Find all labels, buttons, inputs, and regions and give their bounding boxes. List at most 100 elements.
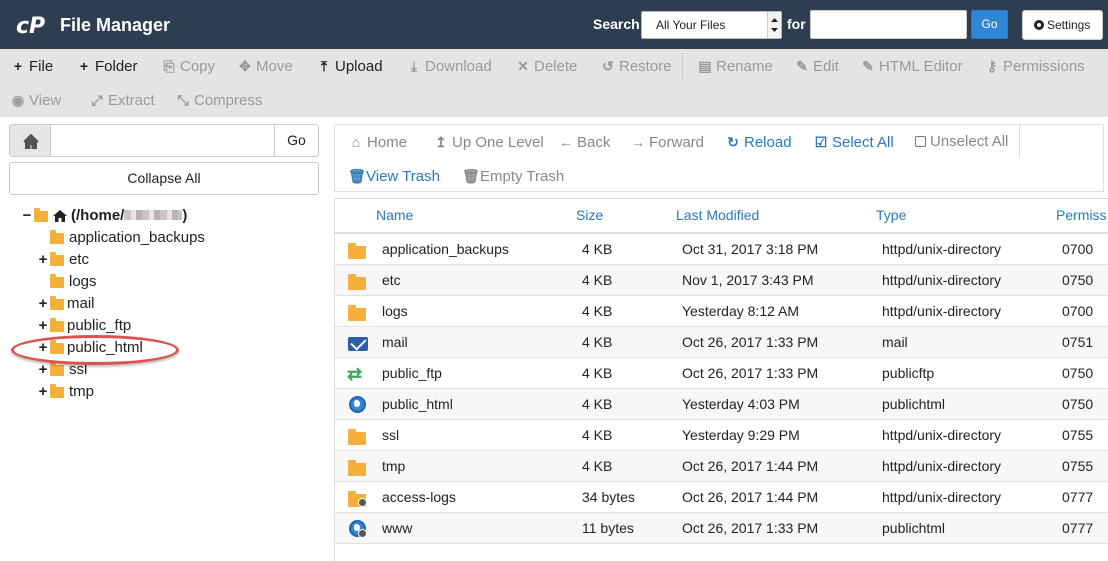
html-editor-button[interactable]: ✎ HTML Editor bbox=[861, 56, 963, 76]
new-file-button[interactable]: + File bbox=[11, 56, 53, 76]
file-modified: Oct 31, 2017 3:18 PM bbox=[682, 241, 819, 257]
settings-label: Settings bbox=[1047, 18, 1091, 32]
column-header-size[interactable]: Size bbox=[576, 207, 603, 223]
tree-root-label: (/home/ bbox=[71, 207, 125, 224]
file-permissions: 0755 bbox=[1062, 458, 1094, 474]
html-editor-icon: ✎ bbox=[862, 58, 874, 74]
file-modified: Oct 26, 2017 1:44 PM bbox=[682, 458, 819, 474]
for-label: for bbox=[787, 16, 806, 32]
empty-trash-button[interactable]: 🗑Empty Trash bbox=[462, 166, 564, 186]
tree-item-label: public_ftp bbox=[67, 317, 132, 334]
folder-link-icon bbox=[347, 489, 367, 507]
eye-icon: ◉ bbox=[11, 92, 25, 108]
action-toolbar: + File + Folder ⎘ Copy ✥ Move ⤒ Upload ⤓ Downl… bbox=[0, 49, 1108, 117]
column-header-type[interactable]: Type bbox=[876, 207, 906, 223]
reload-button[interactable]: ↻ Reload bbox=[726, 132, 791, 152]
file-modified: Yesterday 8:12 AM bbox=[682, 303, 800, 319]
expand-plus-icon[interactable]: + bbox=[38, 382, 48, 402]
path-go-button[interactable]: Go bbox=[274, 124, 319, 157]
tree-item-mail[interactable]: + mail bbox=[38, 294, 238, 314]
extract-button[interactable]: ⤢ Extract bbox=[90, 90, 155, 110]
move-icon: ✥ bbox=[239, 58, 251, 74]
home-button[interactable]: ⌂ Home bbox=[349, 132, 407, 152]
forward-button[interactable]: → Forward bbox=[631, 132, 704, 152]
search-scope-select[interactable]: All Your Files bbox=[641, 11, 782, 39]
file-list-table: Name Size Last Modified Type Permiss app… bbox=[334, 198, 1108, 561]
tree-item-tmp[interactable]: + tmp bbox=[38, 382, 238, 402]
select-arrows-icon bbox=[767, 12, 781, 38]
new-folder-button[interactable]: + Folder bbox=[77, 56, 138, 76]
tree-root[interactable]: − (/home/) bbox=[22, 206, 222, 226]
home-icon: ⌂ bbox=[351, 134, 361, 150]
up-one-level-button[interactable]: ↥ Up One Level bbox=[434, 132, 544, 152]
file-type: publichtml bbox=[882, 396, 946, 412]
file-modified: Yesterday 4:03 PM bbox=[682, 396, 800, 412]
view-trash-button[interactable]: 🗑View Trash bbox=[348, 166, 440, 186]
copy-button[interactable]: ⎘ Copy bbox=[162, 56, 215, 76]
highlight-annotation bbox=[11, 335, 179, 365]
tree-item-logs[interactable]: logs bbox=[38, 272, 238, 292]
table-row[interactable]: mail 4 KB Oct 26, 2017 1:33 PM mail 0751 bbox=[335, 327, 1108, 358]
delete-button[interactable]: ✕ Delete bbox=[516, 56, 577, 76]
search-go-button[interactable]: Go bbox=[971, 10, 1008, 39]
trash-icon: 🗑 bbox=[348, 168, 366, 184]
search-input[interactable] bbox=[810, 10, 967, 39]
collapse-all-button[interactable]: Collapse All bbox=[9, 162, 319, 195]
file-type: httpd/unix-directory bbox=[882, 427, 1002, 443]
column-header-name[interactable]: Name bbox=[376, 207, 413, 223]
tree-item-public-ftp[interactable]: + public_ftp bbox=[38, 316, 238, 336]
home-icon bbox=[53, 210, 67, 222]
table-row[interactable]: logs 4 KB Yesterday 8:12 AM httpd/unix-d… bbox=[335, 296, 1108, 327]
compress-button[interactable]: ⤡ Compress bbox=[176, 90, 262, 110]
table-row[interactable]: tmp 4 KB Oct 26, 2017 1:44 PM httpd/unix… bbox=[335, 451, 1108, 482]
path-home-button[interactable] bbox=[9, 124, 51, 157]
restore-button[interactable]: ↺ Restore bbox=[601, 56, 671, 76]
file-modified: Oct 26, 2017 1:33 PM bbox=[682, 334, 819, 350]
folder-icon bbox=[50, 362, 64, 376]
download-button[interactable]: ⤓ Download bbox=[407, 56, 492, 76]
rename-button[interactable]: ▤ Rename bbox=[698, 56, 773, 76]
table-row[interactable]: access-logs 34 bytes Oct 26, 2017 1:44 P… bbox=[335, 482, 1108, 513]
back-button[interactable]: ← Back bbox=[559, 132, 610, 152]
expand-plus-icon[interactable]: + bbox=[38, 294, 48, 314]
column-header-last-modified[interactable]: Last Modified bbox=[676, 207, 759, 223]
move-label: Move bbox=[256, 58, 293, 75]
permissions-button[interactable]: ⚷ Permissions bbox=[985, 56, 1085, 76]
up-one-level-label: Up One Level bbox=[452, 134, 544, 151]
folder-icon bbox=[50, 318, 64, 332]
collapse-minus-icon[interactable]: − bbox=[22, 206, 32, 226]
table-row[interactable]: ⇄ public_ftp 4 KB Oct 26, 2017 1:33 PM p… bbox=[335, 358, 1108, 389]
unselect-all-button[interactable]: Unselect All bbox=[915, 132, 1008, 152]
column-header-permissions[interactable]: Permiss bbox=[1056, 207, 1107, 223]
view-button[interactable]: ◉ View bbox=[11, 90, 61, 110]
expand-plus-icon[interactable]: + bbox=[38, 360, 48, 380]
file-size: 4 KB bbox=[582, 396, 613, 412]
expand-plus-icon[interactable]: + bbox=[38, 250, 48, 270]
table-row[interactable]: ssl 4 KB Yesterday 9:29 PM httpd/unix-di… bbox=[335, 420, 1108, 451]
rename-label: Rename bbox=[716, 58, 773, 75]
table-row[interactable]: www 11 bytes Oct 26, 2017 1:33 PM public… bbox=[335, 513, 1108, 544]
copy-icon: ⎘ bbox=[163, 58, 175, 74]
upload-button[interactable]: ⤒ Upload bbox=[317, 56, 383, 76]
copy-label: Copy bbox=[180, 58, 216, 75]
settings-button[interactable]: Settings bbox=[1022, 10, 1103, 40]
table-row[interactable]: application_backups 4 KB Oct 31, 2017 3:… bbox=[335, 234, 1108, 265]
new-file-label: File bbox=[29, 58, 54, 75]
select-all-button[interactable]: ☑ Select All bbox=[814, 132, 894, 152]
html-editor-label: HTML Editor bbox=[879, 58, 963, 75]
transfer-icon: ⇄ bbox=[347, 364, 363, 384]
nav-divider bbox=[1019, 125, 1020, 158]
edit-button[interactable]: ✎ Edit bbox=[795, 56, 839, 76]
expand-plus-icon[interactable]: + bbox=[38, 316, 48, 336]
file-name: public_ftp bbox=[382, 365, 442, 381]
path-input[interactable] bbox=[51, 124, 275, 157]
file-modified: Yesterday 9:29 PM bbox=[682, 427, 800, 443]
tree-item-etc[interactable]: + etc bbox=[38, 250, 238, 270]
table-row[interactable]: public_html 4 KB Yesterday 4:03 PM publi… bbox=[335, 389, 1108, 420]
table-row[interactable]: etc 4 KB Nov 1, 2017 3:43 PM httpd/unix-… bbox=[335, 265, 1108, 296]
folder-icon bbox=[347, 241, 367, 259]
extract-label: Extract bbox=[108, 92, 155, 109]
move-button[interactable]: ✥ Move bbox=[238, 56, 293, 76]
tree-item-application-backups[interactable]: application_backups bbox=[38, 228, 238, 248]
file-name: public_html bbox=[382, 396, 453, 412]
